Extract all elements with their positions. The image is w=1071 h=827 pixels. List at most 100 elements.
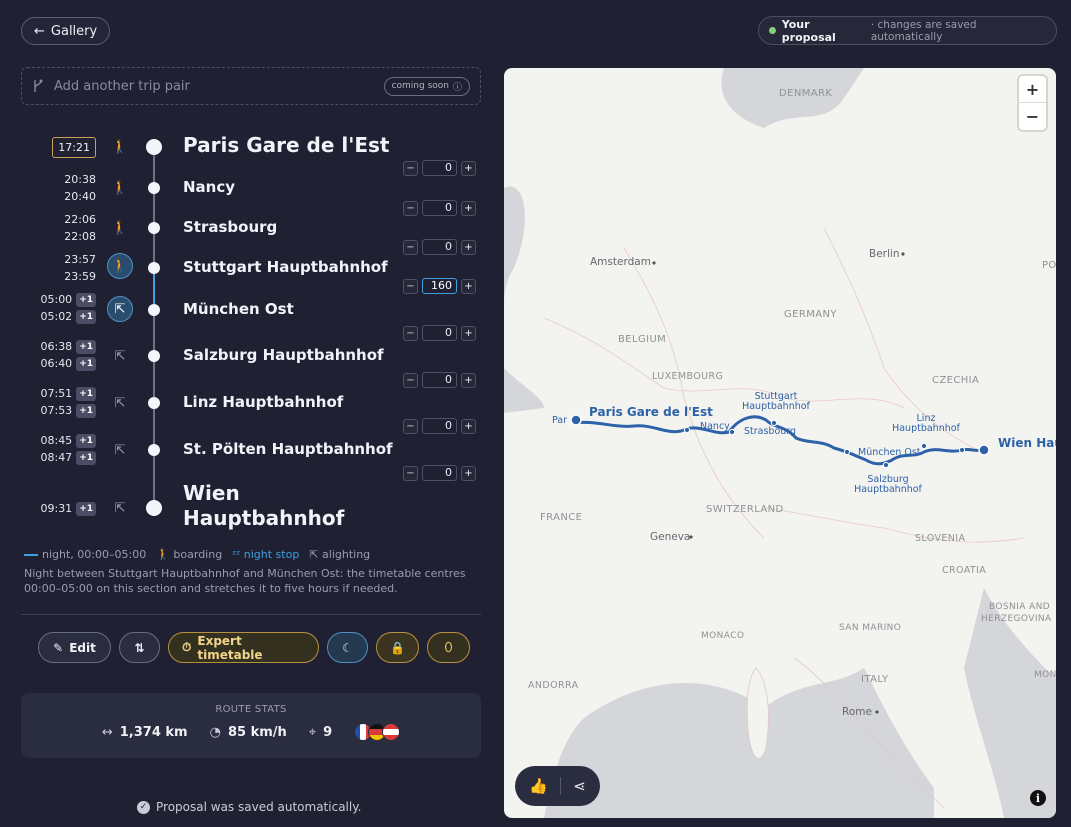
increment-button[interactable]: + (461, 200, 476, 216)
departure-time: 05:02 (40, 310, 73, 323)
timeline-legend: night, 00:00–05:00 🚶 boarding ᶻᶻ night s… (24, 548, 484, 596)
decrement-button[interactable]: − (403, 160, 418, 176)
stop-node (148, 350, 160, 362)
austria-flag-icon (382, 723, 401, 741)
next-day-badge: +1 (76, 386, 96, 401)
dwell-value[interactable]: 0 (422, 200, 457, 216)
decrement-button[interactable]: − (403, 325, 418, 341)
thumbs-up-icon[interactable]: 👍 (529, 777, 548, 795)
map-label-country: SWITZERLAND (706, 504, 784, 515)
dwell-value[interactable]: 0 (422, 418, 457, 434)
alighting-icon: ⇱ (309, 548, 319, 561)
map-label-country: SLOVENIA (915, 533, 966, 544)
map-attribution-info-icon[interactable]: i (1030, 790, 1046, 806)
night-mode-button[interactable]: ☾ (327, 632, 368, 663)
stop-name: München Ost (183, 300, 294, 318)
dwell-stepper[interactable]: − 0 + (403, 200, 476, 216)
arrival-time: 08:45 (40, 434, 73, 447)
ticket-button[interactable]: ⬯ (427, 632, 470, 663)
zoom-out-button[interactable]: − (1019, 103, 1046, 130)
next-day-badge: +1 (76, 356, 96, 371)
dwell-value[interactable]: 160 (422, 278, 457, 294)
zoom-in-button[interactable]: + (1019, 76, 1046, 103)
route-map[interactable]: DENMARK GERMANY BELGIUM LUXEMBOURG CZECH… (504, 68, 1056, 818)
arrival-time: 22:06 (64, 213, 96, 226)
dwell-stepper[interactable]: − 0 + (403, 418, 476, 434)
stop-times: 23:57 23:59 (64, 251, 96, 285)
dwell-value[interactable]: 0 (422, 372, 457, 388)
next-day-badge: +1 (76, 309, 96, 324)
legend-boarding-label: boarding (173, 548, 223, 561)
next-day-badge: +1 (76, 403, 96, 418)
increment-button[interactable]: + (461, 418, 476, 434)
edit-label: Edit (69, 640, 96, 655)
decrement-button[interactable]: − (403, 278, 418, 294)
night-line-icon (24, 554, 38, 556)
arrival-time: 06:38 (40, 340, 73, 353)
map-label-country: BOSNIA AND (989, 602, 1051, 612)
stop-times: 06:38 +1 06:40 +1 (40, 338, 96, 372)
map-label-strasbourg: Strasbourg (744, 426, 797, 437)
edit-button[interactable]: ✎ Edit (38, 632, 111, 663)
alighting-icon[interactable]: ⇱ (107, 437, 133, 463)
speed-stat: ◔ 85 km/h (210, 725, 287, 740)
increment-button[interactable]: + (461, 372, 476, 388)
increment-button[interactable]: + (461, 239, 476, 255)
dwell-stepper[interactable]: − 0 + (403, 239, 476, 255)
speedometer-icon: ◔ (209, 724, 221, 740)
stop-node (148, 182, 160, 194)
map-label-city: Berlin (869, 248, 900, 260)
dwell-value[interactable]: 0 (422, 465, 457, 481)
boarding-icon[interactable]: 🚶 (107, 175, 133, 201)
boarding-icon[interactable]: 🚶 (107, 215, 133, 241)
branch-icon (34, 79, 43, 92)
stop-node (146, 139, 162, 155)
increment-button[interactable]: + (461, 325, 476, 341)
stop-times: 09:31 +1 (40, 500, 96, 517)
map-label-city: Amsterdam (590, 256, 651, 268)
boarding-icon[interactable]: 🚶 (107, 253, 133, 279)
map-label-city: Geneva (650, 531, 691, 543)
expert-timetable-button[interactable]: ⏱ Expert timetable (168, 632, 319, 663)
stop-name: Strasbourg (183, 218, 278, 236)
map-base (504, 68, 1056, 818)
decrement-button[interactable]: − (403, 239, 418, 255)
alighting-icon[interactable]: ⇱ (107, 343, 133, 369)
alighting-icon[interactable]: ⇱ (107, 495, 133, 521)
reverse-direction-button[interactable]: ⇅ (119, 632, 160, 663)
decrement-button[interactable]: − (403, 465, 418, 481)
dwell-value[interactable]: 0 (422, 239, 457, 255)
dwell-stepper[interactable]: − 160 + (403, 278, 476, 294)
increment-button[interactable]: + (461, 278, 476, 294)
alighting-icon[interactable]: ⇱ (107, 296, 133, 322)
decrement-button[interactable]: − (403, 200, 418, 216)
stop-times: 07:51 +1 07:53 +1 (40, 385, 96, 419)
increment-button[interactable]: + (461, 160, 476, 176)
dwell-value[interactable]: 0 (422, 325, 457, 341)
add-trip-pair[interactable]: Add another trip pair coming soon ⓘ (21, 67, 481, 105)
dwell-stepper[interactable]: − 0 + (403, 325, 476, 341)
departure-time-field[interactable]: 17:21 (52, 137, 96, 158)
decrement-button[interactable]: − (403, 372, 418, 388)
decrement-button[interactable]: − (403, 418, 418, 434)
dwell-stepper[interactable]: − 0 + (403, 372, 476, 388)
timeline-line (153, 147, 155, 267)
departure-time: 08:47 (40, 451, 73, 464)
map-label-linz: Linz Hauptbahnhof (892, 413, 960, 434)
gallery-back-button[interactable]: ← Gallery (21, 17, 111, 45)
divider (21, 614, 481, 615)
action-bar: ✎ Edit ⇅ ⏱ Expert timetable ☾ 🔒 ⬯ (38, 632, 470, 663)
map-label-country: HERZEGOVINA (981, 614, 1052, 624)
boarding-icon[interactable]: 🚶 (107, 134, 133, 160)
lock-button[interactable]: 🔒 (376, 632, 419, 663)
map-label-country: MONT (1034, 670, 1056, 680)
stop-name: Paris Gare de l'Est (183, 133, 390, 157)
increment-button[interactable]: + (461, 465, 476, 481)
dwell-value[interactable]: 0 (422, 160, 457, 176)
map-label-country: MONACO (701, 631, 745, 641)
share-icon[interactable]: ⋖ (573, 777, 586, 795)
stop-node (148, 222, 160, 234)
alighting-icon[interactable]: ⇱ (107, 390, 133, 416)
dwell-stepper[interactable]: − 0 + (403, 160, 476, 176)
dwell-stepper[interactable]: − 0 + (403, 465, 476, 481)
